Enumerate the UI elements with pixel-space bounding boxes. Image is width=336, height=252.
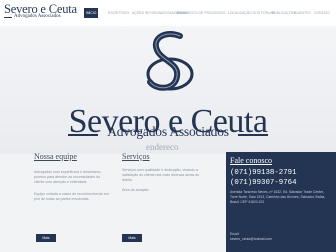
content-columns: Nossa equipe Advogados com experiência e… (0, 152, 336, 252)
hero-subtitle: Advogados Associados (107, 124, 229, 139)
nav-item-clientes[interactable]: Clientes (292, 8, 313, 18)
equipe-title[interactable]: Nossa equipe (34, 152, 77, 161)
contato-title: Fale conosco (230, 156, 272, 165)
contact-panel: Fale conosco (071)99138-2791 (071)99307-… (226, 152, 336, 252)
logo-subtitle: Advogados Associados (14, 14, 61, 19)
contact-email-block: Email: severo_ceuta@hotmail.com (230, 232, 330, 242)
main-nav: Início Escritório Ações Revisionais Banc… (84, 8, 334, 18)
contact-address: Avenida Tancredo Neves, nº 1632, Ed. Sal… (230, 190, 326, 204)
servicos-text: Serviços com qualidade e dedicação, visa… (122, 168, 200, 182)
hero-divider-right (238, 134, 268, 136)
nav-item-contato[interactable]: Contato (312, 8, 332, 18)
nav-item-inicio[interactable]: Início (84, 8, 99, 18)
email-link[interactable]: severo_ceuta@hotmail.com (230, 237, 330, 242)
phone-1[interactable]: (071)99138-2791 (230, 169, 297, 177)
equipe-text-2: Equipe voltada a casos de reconhecimento… (34, 192, 109, 201)
logo-divider (4, 17, 12, 18)
hero-faint-text: endereco (146, 142, 179, 152)
header-logo[interactable]: Severo e Ceuta Advogados Associados (4, 2, 82, 24)
nav-item-andamento[interactable]: Andamento de Processos (174, 8, 228, 18)
phone-2[interactable]: (071)99307-9764 (230, 179, 297, 187)
servicos-area-label: Área de atuação: (122, 188, 150, 192)
top-bar: Severo e Ceuta Advogados Associados Iníc… (0, 0, 336, 27)
nav-item-escritorio[interactable]: Escritório (106, 8, 131, 18)
hero-divider-left (68, 134, 98, 136)
equipe-more-button[interactable]: Mais (36, 234, 56, 242)
servicos-title[interactable]: Serviços (122, 152, 150, 161)
equipe-text: Advogados com experiência e dinamismo, p… (34, 170, 102, 184)
monogram-logo-icon (146, 31, 194, 91)
servicos-more-button[interactable]: Mais (122, 234, 142, 242)
